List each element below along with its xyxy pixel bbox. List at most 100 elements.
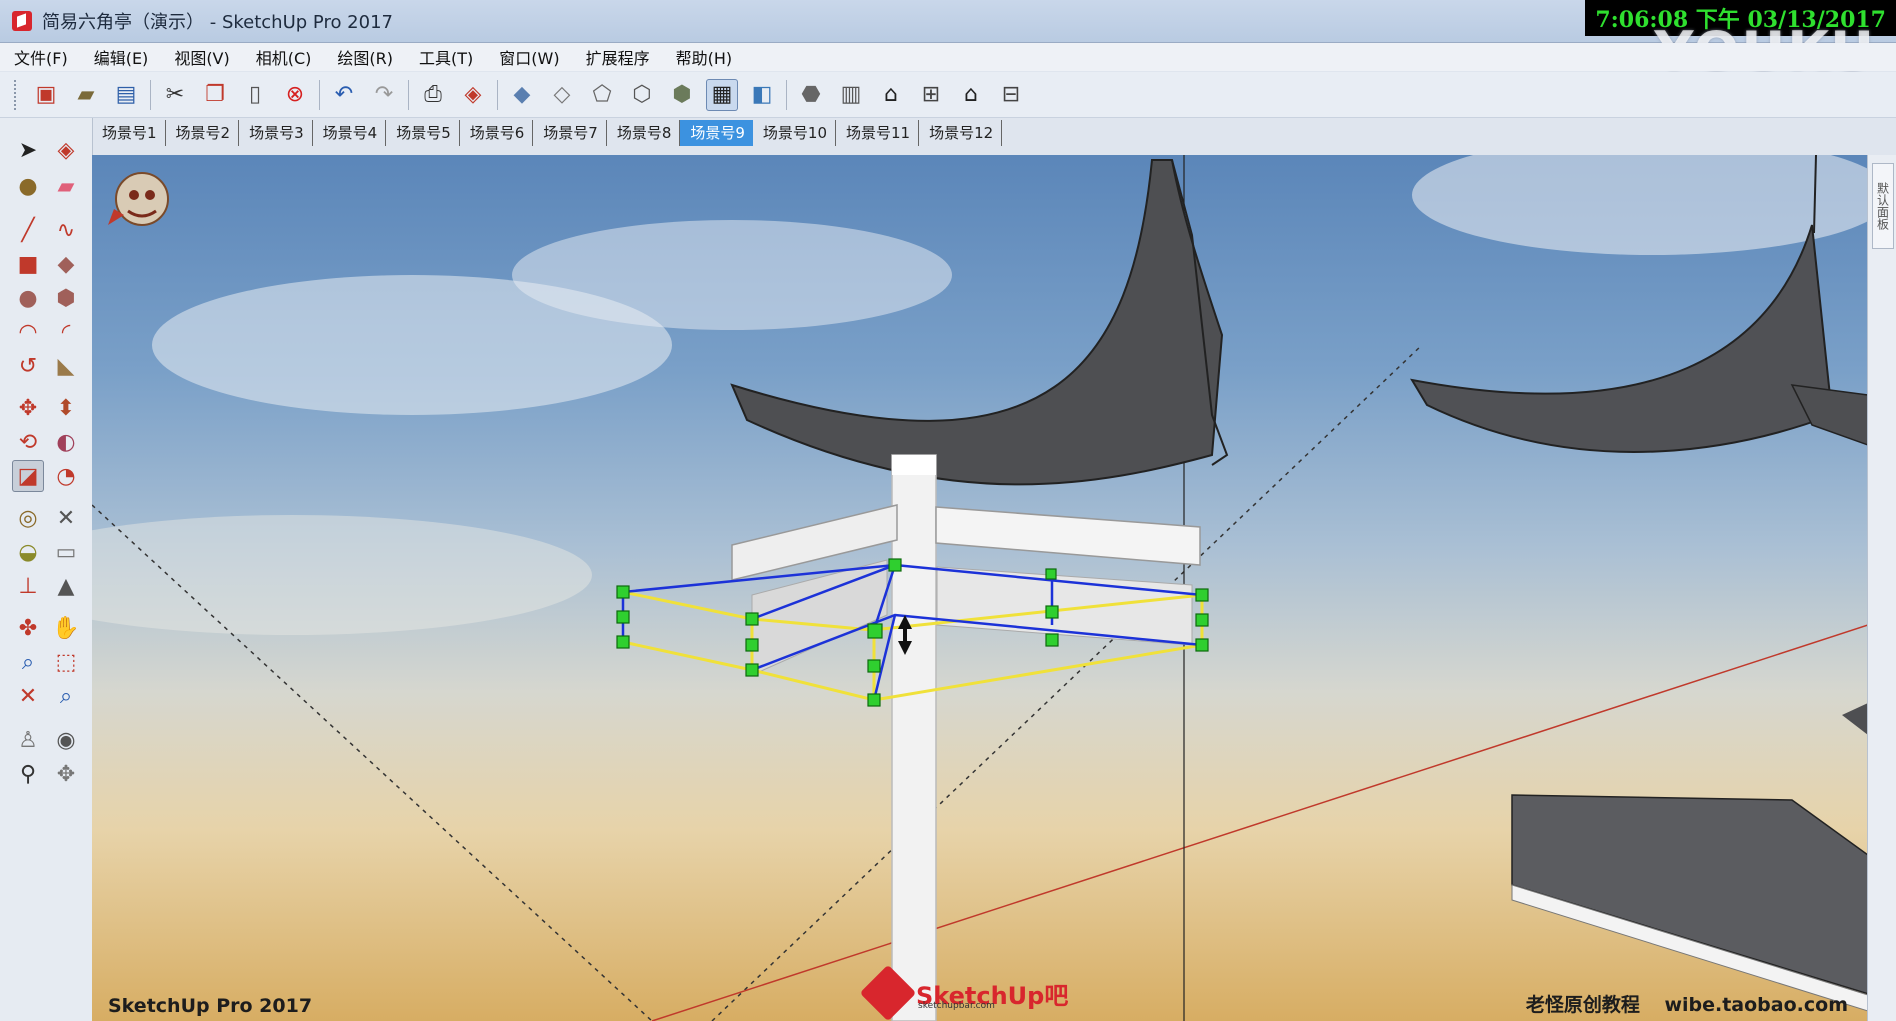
print-icon[interactable]: ⎙ [417,79,449,111]
pan-icon[interactable]: ✋ [50,612,82,644]
model-viewport[interactable]: SketchUp Pro 2017 SketchUp吧 sketchupbar.… [92,155,1868,1021]
orbit-icon[interactable]: ✤ [12,612,44,644]
model-info-icon[interactable]: ◈ [457,79,489,111]
tab-scene-10[interactable]: 场景号10 [753,120,837,146]
save-icon[interactable]: ▤ [110,79,142,111]
paint-bucket-icon[interactable]: ● [12,170,44,202]
menu-draw[interactable]: 绘图(R) [337,45,393,69]
roof-eave-right [1409,224,1834,453]
default-tray-tab[interactable]: 默认面板 [1872,163,1894,249]
column-post [891,454,937,1021]
tab-scene-5[interactable]: 场景号5 [386,120,460,146]
beam-right [935,506,1201,566]
polygon-icon[interactable]: ⬢ [50,282,82,314]
bracket-panel-right [936,566,1193,646]
offset-icon[interactable]: ◔ [50,460,82,492]
zoom-icon[interactable]: ⌕ [12,646,44,678]
tape-measure-icon[interactable]: ◎ [12,502,44,534]
menu-edit[interactable]: 编辑(E) [94,45,149,69]
protractor-icon[interactable]: ◒ [12,536,44,568]
open-folder-icon[interactable]: ▰ [70,79,102,111]
tab-scene-11[interactable]: 场景号11 [836,120,920,146]
tab-scene-4[interactable]: 场景号4 [313,120,387,146]
zoom-window-icon[interactable]: ⬚ [50,646,82,678]
two-point-arc-icon[interactable]: ◜ [50,316,82,348]
right-view-icon[interactable]: ⊞ [915,79,947,111]
tab-scene-8[interactable]: 场景号8 [607,120,681,146]
tab-scene-9[interactable]: 场景号9 [680,120,753,146]
tab-scene-6[interactable]: 场景号6 [460,120,534,146]
tab-scene-2[interactable]: 场景号2 [166,120,240,146]
line-icon[interactable]: ╱ [12,214,44,246]
xray-icon[interactable]: ◆ [506,79,538,111]
three-point-arc-icon[interactable]: ↺ [12,350,44,382]
logo-mark-icon [859,964,917,1021]
back-view-icon[interactable]: ⌂ [955,79,987,111]
front-view-icon[interactable]: ⌂ [875,79,907,111]
shaded-textures-icon[interactable]: ▦ [706,78,738,111]
main-toolbar: ▣ ▰ ▤ ✂ ❐ ▯ ⊗ ↶ ↷ ⎙ ◈ ◆ ◇ ⬠ ⬡ ⬢ ▦ ◧ ⬣ ▥ … [0,72,1896,118]
menu-extensions[interactable]: 扩展程序 [586,45,650,69]
copy-icon[interactable]: ❐ [199,79,231,111]
cloud [512,220,952,330]
undo-icon[interactable]: ↶ [328,79,360,111]
tab-scene-1[interactable]: 场景号1 [92,120,166,146]
tab-scene-3[interactable]: 场景号3 [239,120,313,146]
section-plane-icon[interactable]: ✥ [50,758,82,790]
iso-view-icon[interactable]: ⬣ [795,79,827,111]
arc-icon[interactable]: ◠ [12,316,44,348]
new-file-icon[interactable]: ▣ [30,79,62,111]
freehand-icon[interactable]: ∿ [50,214,82,246]
sketchup-app-icon[interactable] [12,11,32,31]
back-edges-icon[interactable]: ◇ [546,79,578,111]
monochrome-icon[interactable]: ◧ [746,79,778,111]
rotate-icon[interactable]: ⟲ [12,426,44,458]
cut-icon[interactable]: ✂ [159,79,191,111]
dimension-icon[interactable]: ✕ [50,502,82,534]
scale-icon[interactable]: ◪ [12,460,44,492]
circle-icon[interactable]: ● [12,282,44,314]
previous-view-icon[interactable]: ⌕ [50,680,82,712]
toolbar-separator [319,79,320,110]
menu-file[interactable]: 文件(F) [14,45,68,69]
wireframe-icon[interactable]: ⬠ [586,79,618,111]
zoom-extents-icon[interactable]: ✕ [12,680,44,712]
author-avatar [108,172,169,226]
menu-camera[interactable]: 相机(C) [256,45,312,69]
cloud [1412,155,1868,255]
eraser-icon[interactable]: ▰ [50,170,82,202]
top-view-icon[interactable]: ▥ [835,79,867,111]
push-pull-icon[interactable]: ⬍ [50,392,82,424]
look-around-icon[interactable]: ◉ [50,724,82,756]
paste-icon[interactable]: ▯ [239,79,271,111]
walk-icon[interactable]: ⚲ [12,758,44,790]
toolbar-separator [150,79,151,110]
text-icon[interactable]: ▭ [50,536,82,568]
erase-icon[interactable]: ⊗ [279,79,311,111]
move-icon[interactable]: ✥ [12,392,44,424]
toolbar-grip[interactable] [14,79,20,110]
tab-scene-7[interactable]: 场景号7 [533,120,607,146]
redo-icon[interactable]: ↷ [368,79,400,111]
menu-window[interactable]: 窗口(W) [499,45,559,69]
shaded-icon[interactable]: ⬢ [666,79,698,111]
menu-help[interactable]: 帮助(H) [676,45,733,69]
column-top [892,455,936,475]
follow-me-icon[interactable]: ◐ [50,426,82,458]
base-slab [1511,794,1868,995]
make-component-icon[interactable]: ◈ [50,134,82,166]
menu-view[interactable]: 视图(V) [174,45,229,69]
rectangle-icon[interactable]: ■ [12,248,44,280]
axes-icon[interactable]: ⊥ [12,570,44,602]
tab-scene-12[interactable]: 场景号12 [919,120,1003,146]
rotated-rectangle-icon[interactable]: ◆ [50,248,82,280]
menu-tools[interactable]: 工具(T) [419,45,473,69]
position-camera-icon[interactable]: ♙ [12,724,44,756]
left-view-icon[interactable]: ⊟ [995,79,1027,111]
pie-icon[interactable]: ◣ [50,350,82,382]
select-icon[interactable]: ➤ [12,134,44,166]
3d-text-icon[interactable]: ▲ [50,570,82,602]
logo-sub: sketchupbar.com [918,1001,995,1011]
hidden-line-icon[interactable]: ⬡ [626,79,658,111]
slab-corner [1842,703,1868,735]
